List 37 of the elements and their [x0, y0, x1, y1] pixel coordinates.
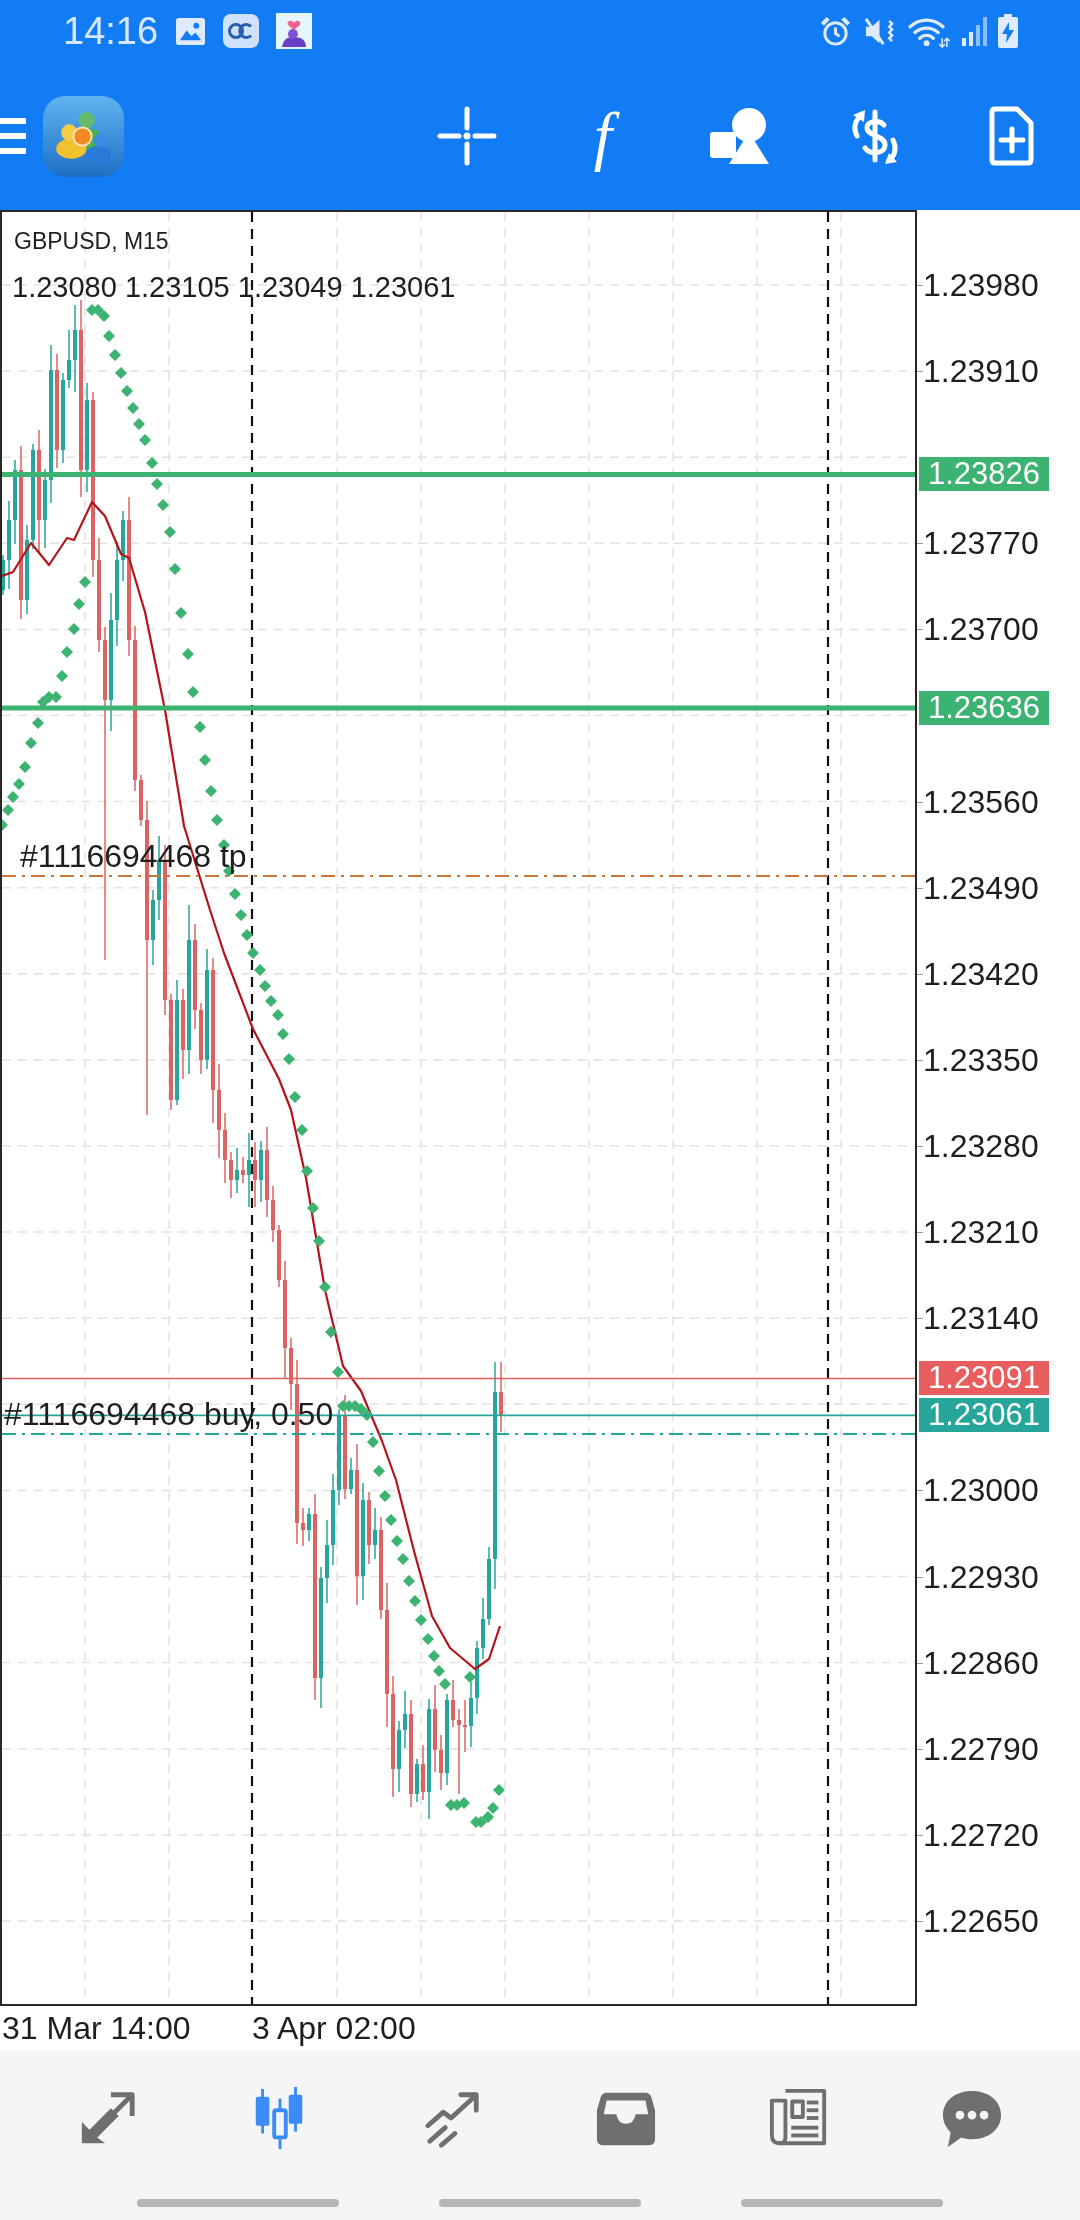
price-axis-label: 1.23490 [923, 869, 1039, 906]
signal-icon [961, 16, 987, 46]
price-axis-label: 1.23560 [923, 783, 1039, 820]
shapes-icon[interactable] [709, 106, 769, 166]
price-tag: 1.23091 [919, 1361, 1050, 1396]
clock-time: 14:16 [63, 9, 159, 53]
time-axis-label: 31 Mar 14:00 [2, 2009, 192, 2048]
price-axis-label: 1.23700 [923, 611, 1039, 648]
rings-app-icon [223, 14, 260, 48]
time-axis-label: 3 Apr 02:00 [252, 2009, 417, 2048]
price-axis-label: 1.22650 [923, 1902, 1039, 1939]
heart-app-icon [276, 13, 313, 49]
price-axis-label: 1.22720 [923, 1816, 1039, 1853]
price-tag: 1.23061 [919, 1398, 1050, 1433]
menu-icon[interactable] [0, 118, 26, 154]
price-tag: 1.23636 [919, 691, 1050, 726]
price-axis-label: 1.23910 [923, 353, 1039, 390]
app-logo-icon[interactable] [43, 95, 124, 177]
crosshair-icon[interactable] [437, 106, 497, 166]
alarm-icon [819, 14, 852, 48]
battery-icon [998, 14, 1018, 48]
price-axis-label: 1.22930 [923, 1558, 1039, 1595]
price-axis-label: 1.23770 [923, 525, 1039, 562]
ohlc-values: 1.23080 1.23105 1.23049 1.23061 [12, 270, 456, 304]
price-axis-label: 1.22860 [923, 1644, 1039, 1681]
price-axis-label: 1.23140 [923, 1300, 1039, 1337]
price-axis-label: 1.23420 [923, 955, 1039, 992]
price-axis-label: 1.22790 [923, 1730, 1039, 1767]
function-button[interactable]: f [573, 101, 633, 171]
price-axis-label: 1.23980 [923, 267, 1039, 303]
price-tag: 1.23826 [919, 457, 1050, 492]
price-axis-label: 1.23280 [923, 1128, 1039, 1164]
price-axis-label: 1.23210 [923, 1214, 1039, 1251]
price-axis-label: 1.23350 [923, 1041, 1039, 1078]
image-icon [175, 16, 207, 46]
price-axis-label: 1.23000 [923, 1472, 1039, 1509]
symbol-timeframe-label: GBPUSD, M15 [14, 227, 169, 255]
